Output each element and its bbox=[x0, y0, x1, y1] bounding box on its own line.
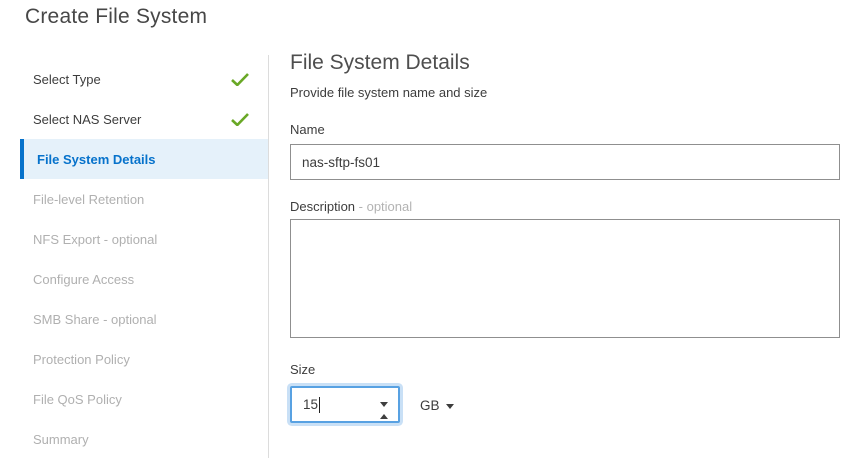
sidebar-step-smb-share: SMB Share - optional bbox=[20, 299, 268, 339]
size-value: 15 bbox=[303, 397, 318, 412]
size-stepper bbox=[380, 397, 390, 413]
description-textarea[interactable] bbox=[290, 219, 840, 338]
text-cursor bbox=[319, 397, 320, 413]
step-label: NFS Export - optional bbox=[33, 232, 249, 247]
description-field-label: Description - optional bbox=[290, 199, 412, 214]
sidebar-step-select-type[interactable]: Select Type bbox=[20, 59, 268, 99]
step-label: SMB Share - optional bbox=[33, 312, 249, 327]
step-label: File-level Retention bbox=[33, 192, 249, 207]
wizard-steps-sidebar: Select Type Select NAS Server File Syste… bbox=[20, 59, 268, 458]
stepper-down-icon[interactable] bbox=[380, 407, 390, 413]
step-label: Protection Policy bbox=[33, 352, 249, 367]
step-label: Summary bbox=[33, 432, 249, 447]
caret-down-icon bbox=[446, 404, 454, 409]
sidebar-content-divider bbox=[268, 55, 269, 458]
optional-suffix: - optional bbox=[359, 199, 412, 214]
sidebar-step-nfs-export: NFS Export - optional bbox=[20, 219, 268, 259]
size-unit-label: GB bbox=[420, 398, 440, 413]
check-icon bbox=[231, 73, 249, 86]
step-subtitle: Provide file system name and size bbox=[290, 85, 487, 100]
step-content-panel: File System Details Provide file system … bbox=[290, 0, 840, 458]
sidebar-step-file-level-retention: File-level Retention bbox=[20, 179, 268, 219]
size-field-label: Size bbox=[290, 362, 315, 377]
sidebar-step-file-qos-policy: File QoS Policy bbox=[20, 379, 268, 419]
step-label: Configure Access bbox=[33, 272, 249, 287]
size-input[interactable]: 15 bbox=[290, 386, 400, 423]
check-icon bbox=[231, 113, 249, 126]
description-label-text: Description bbox=[290, 199, 355, 214]
sidebar-step-configure-access: Configure Access bbox=[20, 259, 268, 299]
step-label: Select Type bbox=[33, 72, 231, 87]
sidebar-step-summary: Summary bbox=[20, 419, 268, 458]
sidebar-step-select-nas-server[interactable]: Select NAS Server bbox=[20, 99, 268, 139]
step-label: File System Details bbox=[37, 152, 249, 167]
name-field-label: Name bbox=[290, 122, 325, 137]
size-unit-dropdown[interactable]: GB bbox=[420, 395, 454, 415]
step-label: Select NAS Server bbox=[33, 112, 231, 127]
step-label: File QoS Policy bbox=[33, 392, 249, 407]
page-title: Create File System bbox=[25, 5, 207, 29]
sidebar-step-file-system-details[interactable]: File System Details bbox=[20, 139, 268, 179]
sidebar-step-protection-policy: Protection Policy bbox=[20, 339, 268, 379]
name-input[interactable] bbox=[290, 144, 840, 180]
create-file-system-wizard: Create File System Select Type Select NA… bbox=[0, 0, 866, 458]
step-heading: File System Details bbox=[290, 51, 470, 75]
